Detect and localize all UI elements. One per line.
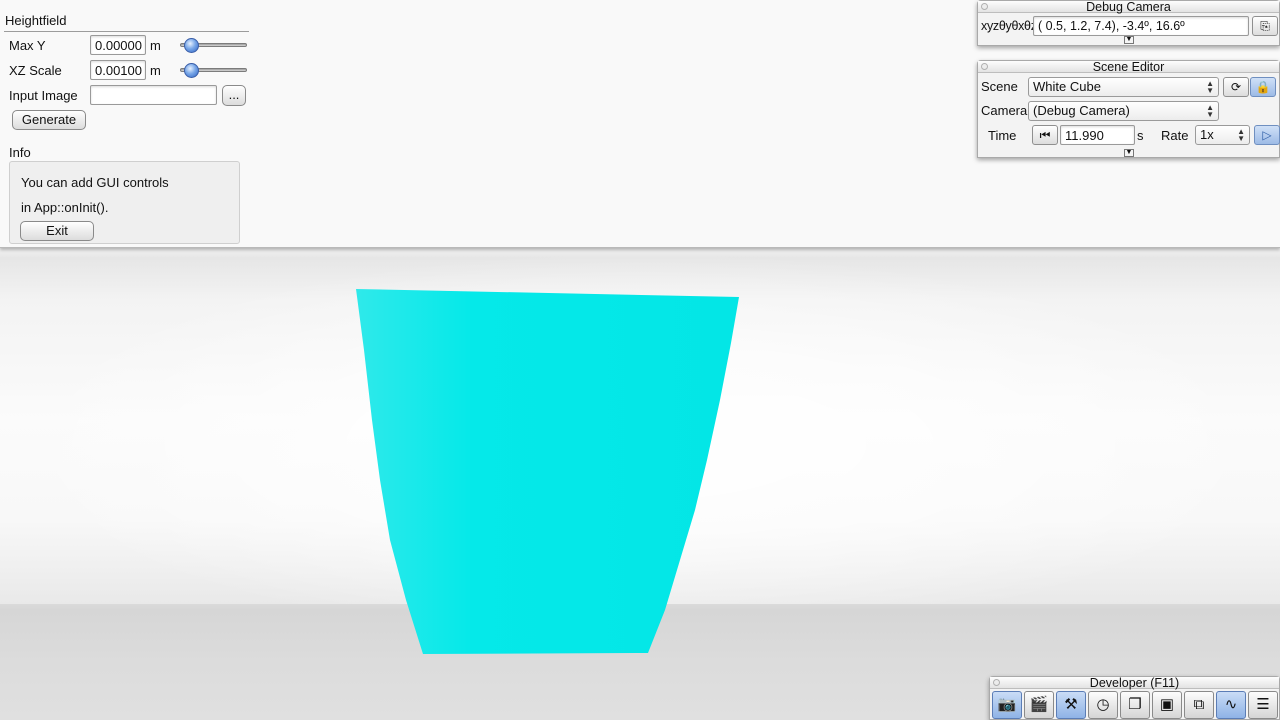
- xz-scale-label: XZ Scale: [9, 63, 62, 78]
- film-clapper-icon[interactable]: 🎬: [1024, 691, 1054, 719]
- scene-select[interactable]: White Cube ▲ ▼: [1028, 77, 1219, 97]
- coord-label: xyzθyθxθz: [981, 19, 1037, 33]
- select-updown-icon: ▲ ▼: [1237, 127, 1245, 143]
- terminal-icon[interactable]: ▣: [1152, 691, 1182, 719]
- profiler-icon[interactable]: ∿: [1216, 691, 1246, 719]
- camera-icon[interactable]: 📷: [992, 691, 1022, 719]
- input-image-field[interactable]: [90, 85, 217, 105]
- info-title: Info: [9, 145, 31, 160]
- expand-arrow-icon[interactable]: ▼: [1124, 36, 1134, 44]
- debug-camera-title: Debug Camera: [1086, 0, 1171, 14]
- white-cube-face: [356, 289, 739, 654]
- copy-frame-icon[interactable]: ⎘: [1252, 16, 1278, 36]
- close-icon[interactable]: [993, 679, 1000, 686]
- scene-select-value: White Cube: [1033, 79, 1101, 94]
- camera-label: Camera: [981, 103, 1028, 118]
- reload-icon[interactable]: ⟳: [1223, 77, 1249, 97]
- max-y-input[interactable]: 0.00000: [90, 35, 146, 55]
- section-divider: [4, 31, 249, 32]
- scene-editor-titlebar[interactable]: Scene Editor: [978, 61, 1279, 73]
- max-y-label: Max Y: [9, 38, 46, 53]
- info-line-1: You can add GUI controls: [21, 175, 169, 190]
- debug-camera-titlebar[interactable]: Debug Camera: [978, 1, 1279, 13]
- max-y-unit: m: [150, 38, 161, 53]
- info-line-2: in App::onInit().: [21, 200, 109, 215]
- close-icon[interactable]: [981, 3, 988, 10]
- play-icon[interactable]: ▷: [1254, 125, 1280, 145]
- reset-time-icon[interactable]: ⏮: [1032, 125, 1058, 145]
- generate-button[interactable]: Generate: [12, 110, 86, 130]
- clock-icon[interactable]: ◷: [1088, 691, 1118, 719]
- xz-scale-unit: m: [150, 63, 161, 78]
- time-label: Time: [988, 128, 1017, 143]
- debug-camera-window: Debug Camera xyzθyθxθz ( 0.5, 1.2, 7.4),…: [977, 0, 1280, 46]
- heightfield-title: Heightfield: [5, 13, 67, 28]
- xz-scale-input[interactable]: 0.00100: [90, 60, 146, 80]
- exit-button[interactable]: Exit: [20, 221, 94, 241]
- scene-editor-title: Scene Editor: [1092, 60, 1165, 74]
- max-y-slider-thumb[interactable]: [184, 38, 200, 53]
- expand-arrow-icon[interactable]: ▼: [1124, 149, 1134, 157]
- input-image-label: Input Image: [9, 88, 78, 103]
- camera-coords-field[interactable]: ( 0.5, 1.2, 7.4), -3.4º, 16.6º: [1033, 16, 1249, 36]
- new-window-icon[interactable]: ❐: [1120, 691, 1150, 719]
- time-field[interactable]: 11.990: [1060, 125, 1135, 145]
- lock-icon[interactable]: 🔒: [1250, 77, 1276, 97]
- scene-editor-window: Scene Editor Scene White Cube ▲ ▼ ⟳ 🔒 Cam…: [977, 60, 1280, 158]
- rate-select-value: 1x: [1200, 127, 1214, 142]
- scene-label: Scene: [981, 79, 1018, 94]
- windows-icon[interactable]: ⧉: [1184, 691, 1214, 719]
- developer-toolbar: Developer (F11) 📷 🎬 ⚒ ◷ ❐ ▣ ⧉ ∿ ☰: [989, 676, 1280, 720]
- close-icon[interactable]: [981, 63, 988, 70]
- rate-select[interactable]: 1x ▲ ▼: [1195, 125, 1250, 145]
- select-updown-icon: ▲ ▼: [1206, 79, 1214, 95]
- camera-select-value: (Debug Camera): [1033, 103, 1130, 118]
- developer-title: Developer (F11): [1089, 676, 1180, 690]
- xz-scale-slider-thumb[interactable]: [184, 63, 200, 78]
- developer-titlebar[interactable]: Developer (F11): [990, 677, 1279, 689]
- rate-label: Rate: [1161, 128, 1189, 143]
- camera-select[interactable]: (Debug Camera) ▲ ▼: [1028, 101, 1219, 121]
- select-updown-icon: ▲ ▼: [1206, 103, 1214, 119]
- tools-icon[interactable]: ⚒: [1056, 691, 1086, 719]
- browse-image-button[interactable]: ...: [222, 85, 246, 106]
- time-unit: s: [1137, 128, 1144, 143]
- log-icon[interactable]: ☰: [1248, 691, 1278, 719]
